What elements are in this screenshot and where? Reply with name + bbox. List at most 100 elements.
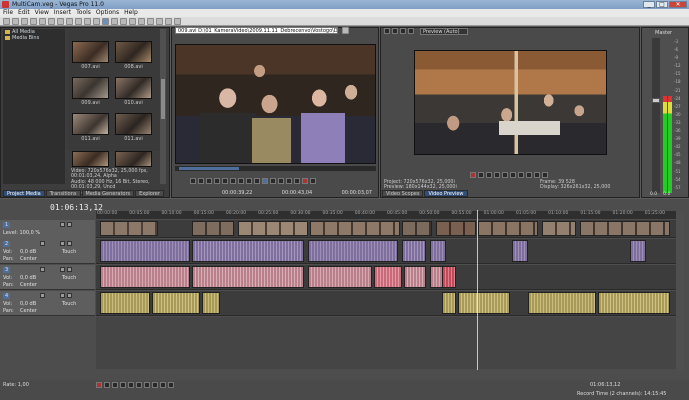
go-to-start-icon[interactable] <box>518 172 524 178</box>
go-to-start-icon[interactable] <box>144 382 150 388</box>
audio-clip[interactable] <box>202 292 220 314</box>
save-icon[interactable] <box>21 18 28 25</box>
mute-icon[interactable] <box>60 267 65 272</box>
prev-frame-icon[interactable] <box>222 178 228 184</box>
insert-icon[interactable] <box>278 178 284 184</box>
solo-icon[interactable] <box>67 241 72 246</box>
snapshot-icon[interactable] <box>310 178 316 184</box>
paste-icon[interactable] <box>66 18 73 25</box>
mute-icon[interactable] <box>60 241 65 246</box>
track-header-2[interactable]: 2 Vol: 0,0 dB Touch Pan: Center <box>0 239 95 264</box>
tree-item-media-bins[interactable]: Media Bins <box>3 35 65 41</box>
video-clip[interactable] <box>100 221 158 236</box>
audio-clip[interactable] <box>528 292 596 314</box>
pause-icon[interactable] <box>128 382 134 388</box>
maximize-button[interactable]: □ <box>656 1 668 8</box>
loop-playback-icon[interactable] <box>478 172 484 178</box>
close-button[interactable]: ✕ <box>669 1 687 8</box>
go-to-end-icon[interactable] <box>152 382 158 388</box>
media-thumbnail[interactable] <box>115 151 152 167</box>
region-icon[interactable] <box>294 178 300 184</box>
rewind-icon[interactable] <box>238 178 244 184</box>
timeline-empty-area[interactable] <box>96 317 676 369</box>
audio-clip[interactable] <box>152 292 200 314</box>
menu-options[interactable]: Options <box>96 9 119 17</box>
solo-icon[interactable] <box>67 293 72 298</box>
audio-clip[interactable] <box>512 240 528 262</box>
snapping-icon[interactable] <box>138 18 145 25</box>
menu-file[interactable]: File <box>3 9 13 17</box>
video-track-1[interactable] <box>96 220 676 238</box>
audio-clip[interactable] <box>404 266 426 288</box>
video-clip[interactable] <box>402 221 432 236</box>
cut-icon[interactable] <box>48 18 55 25</box>
loop-icon[interactable] <box>190 178 196 184</box>
media-thumbnail[interactable] <box>115 77 152 99</box>
properties-icon[interactable] <box>30 18 37 25</box>
stop-icon[interactable] <box>136 382 142 388</box>
trimmer-media-path[interactable]: 009.avi D:\01_KameraVideo\2009.11.11_Deb… <box>175 27 338 34</box>
arm-record-icon[interactable] <box>40 267 45 272</box>
record-icon[interactable] <box>96 382 102 388</box>
track-header-3[interactable]: 3 Vol: 0,0 dB Touch Pan: Center <box>0 265 95 290</box>
media-thumbnail[interactable] <box>72 77 109 99</box>
tab-media-generators[interactable]: Media Generators <box>81 190 135 197</box>
copy-icon[interactable] <box>57 18 64 25</box>
loop-playback-icon[interactable] <box>104 382 110 388</box>
prev-frame-icon[interactable] <box>534 172 540 178</box>
pause-icon[interactable] <box>502 172 508 178</box>
arm-record-icon[interactable] <box>40 241 45 246</box>
prev-frame-icon[interactable] <box>160 382 166 388</box>
preview-quality-select[interactable]: Preview (Auto) <box>420 28 468 35</box>
audio-clip[interactable] <box>430 240 446 262</box>
audio-clip[interactable] <box>630 240 646 262</box>
media-thumbnail[interactable] <box>115 41 152 63</box>
solo-icon[interactable] <box>67 267 72 272</box>
audio-clip[interactable] <box>100 240 190 262</box>
video-clip[interactable] <box>542 221 576 236</box>
tab-video-scopes[interactable]: Video Scopes <box>382 190 424 197</box>
forward-icon[interactable] <box>246 178 252 184</box>
render-icon[interactable] <box>39 18 46 25</box>
undo-icon[interactable] <box>84 18 91 25</box>
auto-ripple-icon[interactable] <box>147 18 154 25</box>
video-clip[interactable] <box>310 221 400 236</box>
audio-clip[interactable] <box>308 266 372 288</box>
audio-clip[interactable] <box>308 240 398 262</box>
audio-clip[interactable] <box>442 292 456 314</box>
video-clip[interactable] <box>580 221 670 236</box>
audio-clip[interactable] <box>100 292 150 314</box>
arm-record-icon[interactable] <box>40 293 45 298</box>
play-icon[interactable] <box>494 172 500 178</box>
master-fader-track[interactable] <box>652 38 660 193</box>
mute-icon[interactable] <box>60 222 65 227</box>
timeline-cursor[interactable] <box>477 210 478 370</box>
lock-envelopes-icon[interactable] <box>156 18 163 25</box>
tab-project-media[interactable]: Project Media <box>3 190 45 197</box>
audio-track-2[interactable] <box>96 239 676 264</box>
scrollbar-thumb[interactable] <box>161 79 165 119</box>
mute-icon[interactable] <box>60 293 65 298</box>
minimize-button[interactable]: _ <box>643 1 655 8</box>
ignore-grouping-icon[interactable] <box>165 18 172 25</box>
thumbnails-scrollbar[interactable] <box>160 29 166 184</box>
tab-explorer[interactable]: Explorer <box>135 190 164 197</box>
audio-clip[interactable] <box>442 266 456 288</box>
help-icon[interactable] <box>174 18 181 25</box>
record-marker-icon[interactable] <box>302 178 308 184</box>
media-thumbnail[interactable] <box>115 113 152 135</box>
audio-clip[interactable] <box>192 266 304 288</box>
video-clip[interactable] <box>192 221 234 236</box>
timeline-vertical-scrollbar[interactable] <box>676 211 684 371</box>
audio-clip[interactable] <box>402 240 426 262</box>
menu-edit[interactable]: Edit <box>18 9 30 17</box>
menu-help[interactable]: Help <box>124 9 138 17</box>
audio-clip[interactable] <box>100 266 190 288</box>
shuttle-icon[interactable] <box>254 178 260 184</box>
timeline-ruler[interactable]: 00:00:00 00:05:00 00:10:00 00:15:00 00:20:00… <box>96 211 676 219</box>
selection-tool-icon[interactable] <box>120 18 127 25</box>
play-from-start-icon[interactable] <box>112 382 118 388</box>
audio-clip[interactable] <box>598 292 670 314</box>
stop-icon[interactable] <box>214 178 220 184</box>
split-screen-icon[interactable] <box>400 28 406 34</box>
